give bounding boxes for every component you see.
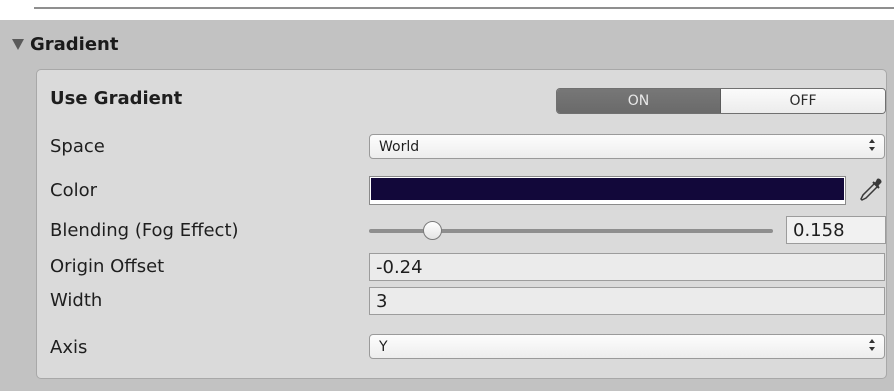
origin-offset-field[interactable]: -0.24 xyxy=(369,253,885,281)
axis-label: Axis xyxy=(50,337,88,358)
triangle-down-icon[interactable] xyxy=(12,38,24,50)
axis-dropdown-value: Y xyxy=(379,338,388,355)
top-divider xyxy=(34,7,894,9)
width-field[interactable]: 3 xyxy=(369,287,885,315)
toggle-on-button[interactable]: ON xyxy=(557,89,721,113)
color-swatch xyxy=(371,178,844,200)
width-label: Width xyxy=(50,290,103,311)
origin-offset-label: Origin Offset xyxy=(50,256,165,277)
space-label: Space xyxy=(50,136,105,157)
color-field[interactable] xyxy=(369,176,846,205)
axis-dropdown[interactable]: Y xyxy=(369,334,885,359)
blending-value-field[interactable]: 0.158 xyxy=(786,216,886,244)
section-title: Gradient xyxy=(30,33,119,55)
use-gradient-label: Use Gradient xyxy=(50,88,183,109)
space-dropdown[interactable]: World xyxy=(369,134,885,159)
use-gradient-toggle[interactable]: ON OFF xyxy=(556,88,886,114)
blending-label: Blending (Fog Effect) xyxy=(50,220,239,241)
section-header[interactable]: Gradient xyxy=(12,29,118,59)
up-down-arrows-icon xyxy=(868,338,876,352)
eyedropper-icon[interactable] xyxy=(857,176,885,204)
toggle-off-button[interactable]: OFF xyxy=(721,89,885,113)
space-dropdown-value: World xyxy=(379,138,420,155)
up-down-arrows-icon xyxy=(868,138,876,152)
color-label: Color xyxy=(50,180,97,201)
